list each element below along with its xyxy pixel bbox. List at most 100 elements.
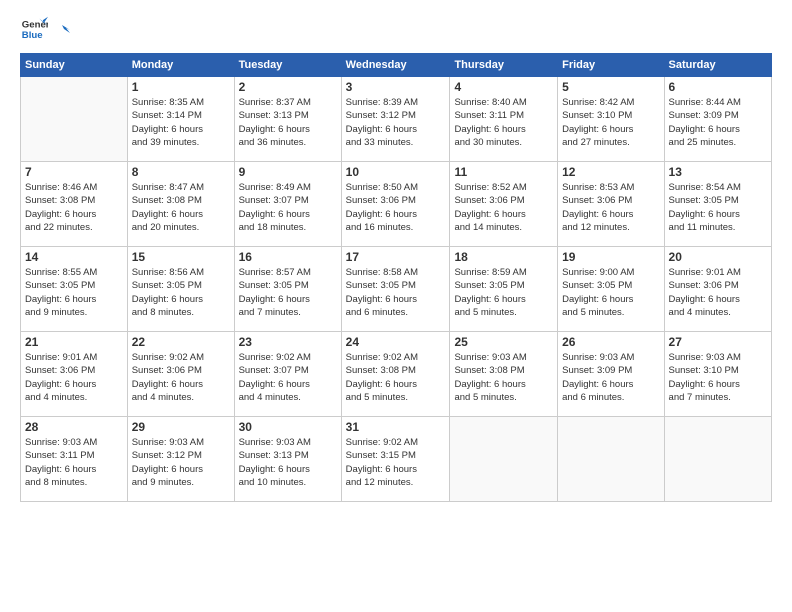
day-info: Sunrise: 8:39 AM Sunset: 3:12 PM Dayligh… <box>346 96 446 149</box>
day-number: 30 <box>239 420 337 434</box>
day-info: Sunrise: 8:57 AM Sunset: 3:05 PM Dayligh… <box>239 266 337 319</box>
weekday-header-tuesday: Tuesday <box>234 54 341 77</box>
calendar-cell: 24 Sunrise: 9:02 AM Sunset: 3:08 PM Dayli… <box>341 332 450 417</box>
day-info: Sunrise: 8:52 AM Sunset: 3:06 PM Dayligh… <box>454 181 553 234</box>
day-info: Sunrise: 8:44 AM Sunset: 3:09 PM Dayligh… <box>669 96 767 149</box>
page-container: General Blue SundayMondayTuesdayWed <box>0 0 792 512</box>
day-number: 21 <box>25 335 123 349</box>
day-info: Sunrise: 8:55 AM Sunset: 3:05 PM Dayligh… <box>25 266 123 319</box>
day-info: Sunrise: 9:02 AM Sunset: 3:07 PM Dayligh… <box>239 351 337 404</box>
calendar-cell <box>558 417 664 502</box>
day-number: 18 <box>454 250 553 264</box>
calendar-cell: 22 Sunrise: 9:02 AM Sunset: 3:06 PM Dayli… <box>127 332 234 417</box>
day-number: 4 <box>454 80 553 94</box>
day-number: 26 <box>562 335 659 349</box>
calendar-cell: 13 Sunrise: 8:54 AM Sunset: 3:05 PM Dayli… <box>664 162 771 247</box>
logo-icon: General Blue <box>20 15 48 43</box>
day-number: 15 <box>132 250 230 264</box>
day-number: 3 <box>346 80 446 94</box>
calendar-cell: 1 Sunrise: 8:35 AM Sunset: 3:14 PM Daylig… <box>127 77 234 162</box>
day-number: 31 <box>346 420 446 434</box>
calendar-cell: 6 Sunrise: 8:44 AM Sunset: 3:09 PM Daylig… <box>664 77 771 162</box>
day-number: 5 <box>562 80 659 94</box>
calendar-cell: 29 Sunrise: 9:03 AM Sunset: 3:12 PM Dayli… <box>127 417 234 502</box>
day-info: Sunrise: 9:03 AM Sunset: 3:12 PM Dayligh… <box>132 436 230 489</box>
calendar-cell: 14 Sunrise: 8:55 AM Sunset: 3:05 PM Dayli… <box>21 247 128 332</box>
calendar-cell: 27Sunrise: 9:03 AM Sunset: 3:10 PM Dayli… <box>664 332 771 417</box>
calendar-cell: 30 Sunrise: 9:03 AM Sunset: 3:13 PM Dayli… <box>234 417 341 502</box>
calendar-cell: 4Sunrise: 8:40 AM Sunset: 3:11 PM Daylig… <box>450 77 558 162</box>
svg-text:Blue: Blue <box>22 30 43 41</box>
weekday-header-friday: Friday <box>558 54 664 77</box>
day-number: 24 <box>346 335 446 349</box>
day-info: Sunrise: 8:35 AM Sunset: 3:14 PM Dayligh… <box>132 96 230 149</box>
weekday-header-monday: Monday <box>127 54 234 77</box>
day-info: Sunrise: 9:03 AM Sunset: 3:13 PM Dayligh… <box>239 436 337 489</box>
day-info: Sunrise: 9:01 AM Sunset: 3:06 PM Dayligh… <box>25 351 123 404</box>
weekday-header-row: SundayMondayTuesdayWednesdayThursdayFrid… <box>21 54 772 77</box>
calendar-cell: 8 Sunrise: 8:47 AM Sunset: 3:08 PM Daylig… <box>127 162 234 247</box>
calendar-table: SundayMondayTuesdayWednesdayThursdayFrid… <box>20 53 772 502</box>
calendar-cell: 17 Sunrise: 8:58 AM Sunset: 3:05 PM Dayli… <box>341 247 450 332</box>
day-number: 6 <box>669 80 767 94</box>
day-info: Sunrise: 8:50 AM Sunset: 3:06 PM Dayligh… <box>346 181 446 234</box>
day-number: 2 <box>239 80 337 94</box>
day-number: 14 <box>25 250 123 264</box>
day-info: Sunrise: 9:03 AM Sunset: 3:09 PM Dayligh… <box>562 351 659 404</box>
calendar-cell: 2 Sunrise: 8:37 AM Sunset: 3:13 PM Daylig… <box>234 77 341 162</box>
day-info: Sunrise: 9:03 AM Sunset: 3:11 PM Dayligh… <box>25 436 123 489</box>
day-number: 12 <box>562 165 659 179</box>
day-number: 1 <box>132 80 230 94</box>
calendar-cell: 3 Sunrise: 8:39 AM Sunset: 3:12 PM Daylig… <box>341 77 450 162</box>
day-info: Sunrise: 8:59 AM Sunset: 3:05 PM Dayligh… <box>454 266 553 319</box>
weekday-header-thursday: Thursday <box>450 54 558 77</box>
day-number: 20 <box>669 250 767 264</box>
calendar-cell: 23Sunrise: 9:02 AM Sunset: 3:07 PM Dayli… <box>234 332 341 417</box>
calendar-week-row: 14 Sunrise: 8:55 AM Sunset: 3:05 PM Dayli… <box>21 247 772 332</box>
day-number: 11 <box>454 165 553 179</box>
calendar-cell: 16Sunrise: 8:57 AM Sunset: 3:05 PM Dayli… <box>234 247 341 332</box>
weekday-header-saturday: Saturday <box>664 54 771 77</box>
day-info: Sunrise: 8:46 AM Sunset: 3:08 PM Dayligh… <box>25 181 123 234</box>
calendar-cell: 9 Sunrise: 8:49 AM Sunset: 3:07 PM Daylig… <box>234 162 341 247</box>
day-number: 10 <box>346 165 446 179</box>
day-info: Sunrise: 9:01 AM Sunset: 3:06 PM Dayligh… <box>669 266 767 319</box>
day-info: Sunrise: 9:00 AM Sunset: 3:05 PM Dayligh… <box>562 266 659 319</box>
calendar-week-row: 21 Sunrise: 9:01 AM Sunset: 3:06 PM Dayli… <box>21 332 772 417</box>
day-info: Sunrise: 8:37 AM Sunset: 3:13 PM Dayligh… <box>239 96 337 149</box>
day-info: Sunrise: 9:02 AM Sunset: 3:06 PM Dayligh… <box>132 351 230 404</box>
calendar-cell: 28 Sunrise: 9:03 AM Sunset: 3:11 PM Dayli… <box>21 417 128 502</box>
logo-bird-icon <box>52 22 70 40</box>
day-info: Sunrise: 8:47 AM Sunset: 3:08 PM Dayligh… <box>132 181 230 234</box>
calendar-cell: 18 Sunrise: 8:59 AM Sunset: 3:05 PM Dayli… <box>450 247 558 332</box>
day-number: 17 <box>346 250 446 264</box>
day-number: 29 <box>132 420 230 434</box>
calendar-cell: 10 Sunrise: 8:50 AM Sunset: 3:06 PM Dayli… <box>341 162 450 247</box>
calendar-cell: 25 Sunrise: 9:03 AM Sunset: 3:08 PM Dayli… <box>450 332 558 417</box>
calendar-cell <box>450 417 558 502</box>
day-info: Sunrise: 8:54 AM Sunset: 3:05 PM Dayligh… <box>669 181 767 234</box>
calendar-cell: 12 Sunrise: 8:53 AM Sunset: 3:06 PM Dayli… <box>558 162 664 247</box>
day-info: Sunrise: 8:42 AM Sunset: 3:10 PM Dayligh… <box>562 96 659 149</box>
day-number: 8 <box>132 165 230 179</box>
day-info: Sunrise: 8:49 AM Sunset: 3:07 PM Dayligh… <box>239 181 337 234</box>
day-number: 25 <box>454 335 553 349</box>
day-info: Sunrise: 8:53 AM Sunset: 3:06 PM Dayligh… <box>562 181 659 234</box>
day-info: Sunrise: 9:02 AM Sunset: 3:15 PM Dayligh… <box>346 436 446 489</box>
day-info: Sunrise: 9:03 AM Sunset: 3:08 PM Dayligh… <box>454 351 553 404</box>
day-number: 7 <box>25 165 123 179</box>
calendar-cell <box>21 77 128 162</box>
day-number: 13 <box>669 165 767 179</box>
day-number: 22 <box>132 335 230 349</box>
calendar-week-row: 1 Sunrise: 8:35 AM Sunset: 3:14 PM Daylig… <box>21 77 772 162</box>
calendar-cell: 21 Sunrise: 9:01 AM Sunset: 3:06 PM Dayli… <box>21 332 128 417</box>
day-number: 9 <box>239 165 337 179</box>
day-info: Sunrise: 8:58 AM Sunset: 3:05 PM Dayligh… <box>346 266 446 319</box>
calendar-cell: 7 Sunrise: 8:46 AM Sunset: 3:08 PM Daylig… <box>21 162 128 247</box>
calendar-cell: 15Sunrise: 8:56 AM Sunset: 3:05 PM Dayli… <box>127 247 234 332</box>
day-number: 28 <box>25 420 123 434</box>
day-info: Sunrise: 9:02 AM Sunset: 3:08 PM Dayligh… <box>346 351 446 404</box>
calendar-week-row: 7 Sunrise: 8:46 AM Sunset: 3:08 PM Daylig… <box>21 162 772 247</box>
calendar-cell: 20 Sunrise: 9:01 AM Sunset: 3:06 PM Dayli… <box>664 247 771 332</box>
calendar-cell: 31 Sunrise: 9:02 AM Sunset: 3:15 PM Dayli… <box>341 417 450 502</box>
